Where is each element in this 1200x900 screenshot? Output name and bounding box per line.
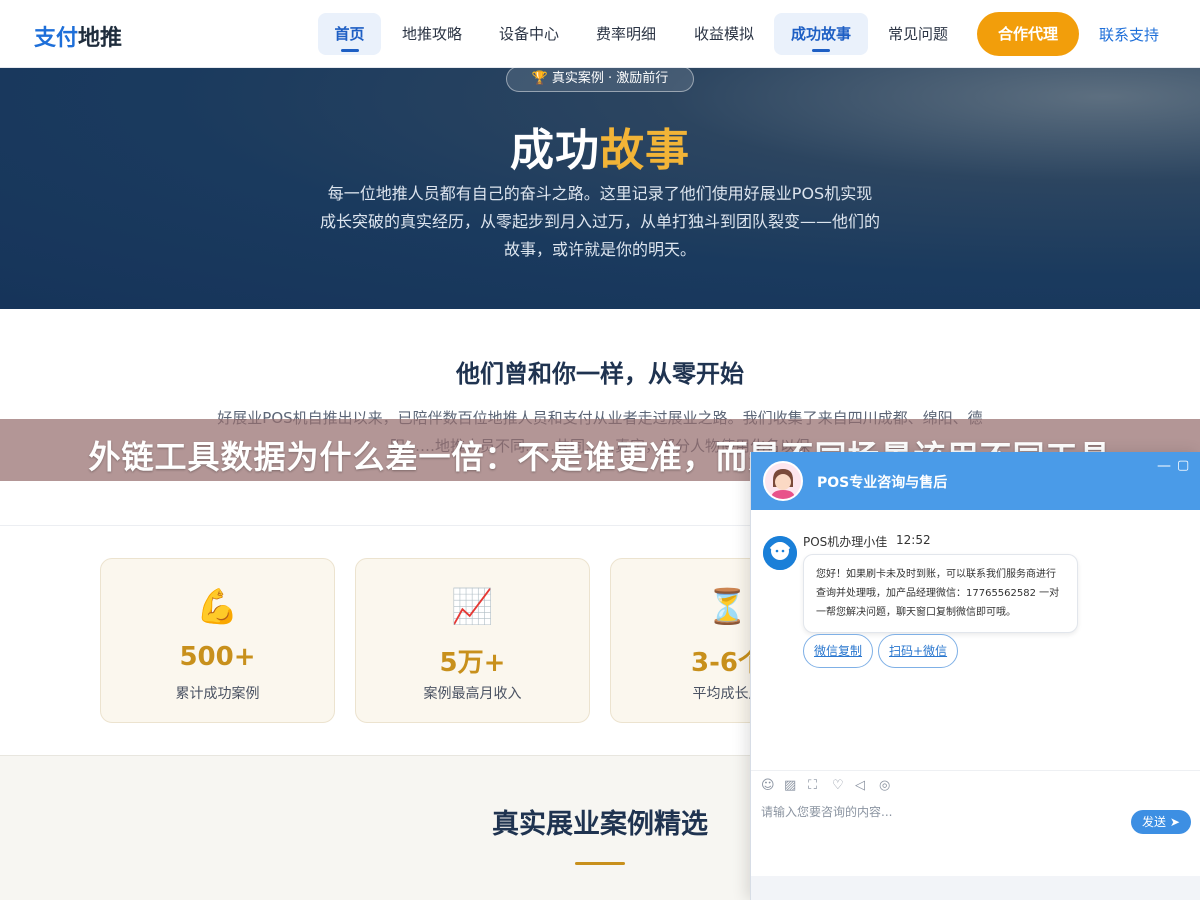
intro-heading: 他们曾和你一样，从零开始: [456, 360, 744, 388]
chat-header: POS专业咨询与售后 — ▢: [751, 452, 1200, 510]
page-title-gold: 故事: [600, 125, 690, 176]
trophy-icon: 🏆: [531, 71, 548, 86]
nav-item-stories[interactable]: 成功故事: [774, 13, 868, 55]
nav-item-earnings[interactable]: 收益模拟: [684, 13, 764, 55]
wechat-icon[interactable]: ◎: [879, 778, 890, 793]
screenshot-icon[interactable]: ⛶: [808, 778, 817, 793]
nav-item-faq[interactable]: 常见问题: [878, 13, 958, 55]
nav-item-devices[interactable]: 设备中心: [489, 13, 569, 55]
contact-support-link[interactable]: 联系支持: [1099, 24, 1159, 45]
copy-wechat-button[interactable]: 微信复制: [803, 634, 874, 668]
voice-icon[interactable]: ◁: [855, 778, 865, 793]
heading-underline: [575, 862, 625, 865]
chart-increasing-icon: 📈: [451, 587, 494, 627]
hero-section: 🏆 真实案例 · 激励前行 成功故事 每一位地推人员都有自己的奋斗之路。这里记录了…: [0, 66, 1200, 309]
message-time: 12:52: [896, 533, 931, 547]
agent-name: POS机办理小佳: [803, 535, 888, 549]
chat-message-input[interactable]: 请输入您要咨询的内容...: [761, 803, 892, 820]
chat-footer: [751, 876, 1200, 900]
partner-cta-button[interactable]: 合作代理: [977, 12, 1079, 56]
stat-value: 500+: [179, 642, 256, 672]
hero-badge-text: 真实案例 · 激励前行: [551, 71, 669, 86]
nav-item-rates[interactable]: 费率明细: [586, 13, 666, 55]
logo-text-main: 地推: [78, 26, 123, 51]
page-title-white: 成功: [510, 125, 600, 176]
emoji-icon[interactable]: ☺: [761, 778, 775, 793]
stat-label: 案例最高月收入: [423, 686, 522, 702]
stat-value: 5万+: [439, 648, 506, 678]
stat-card-cases: 💪 500+ 累计成功案例: [100, 558, 335, 723]
chat-title: POS专业咨询与售后: [817, 475, 948, 491]
send-button[interactable]: 发送 ➤: [1131, 810, 1191, 834]
send-label: 发送: [1142, 815, 1167, 829]
chat-toolbar: [751, 770, 1200, 790]
send-arrow-icon: ➤: [1169, 815, 1180, 829]
page-title: 成功故事: [0, 114, 1200, 178]
image-icon[interactable]: ▨: [784, 778, 796, 793]
stat-card-income: 📈 5万+ 案例最高月收入: [355, 558, 590, 723]
maximize-icon[interactable]: ▢: [1177, 458, 1189, 473]
site-logo[interactable]: 支付地推: [34, 20, 122, 52]
nav-item-home[interactable]: 首页: [318, 13, 381, 55]
minimize-icon[interactable]: —: [1157, 458, 1171, 474]
logo-text-brand: 支付: [34, 26, 79, 51]
hero-description: 每一位地推人员都有自己的奋斗之路。这里记录了他们使用好展业POS机实现成长突破的…: [320, 184, 881, 259]
flexed-biceps-icon: 💪: [196, 587, 239, 627]
support-avatar: [763, 461, 803, 501]
agent-avatar: [763, 536, 797, 570]
stat-label: 累计成功案例: [175, 686, 260, 702]
chat-message-bubble: 您好！如果刷卡未及时到账，可以联系我们服务商进行查询并处理哦，加产品经理微信：1…: [803, 554, 1078, 633]
hero-badge: 🏆 真实案例 · 激励前行: [506, 66, 694, 92]
nav-item-guide[interactable]: 地推攻略: [392, 13, 472, 55]
chat-widget: POS专业咨询与售后 — ▢ POS机办理小佳 12:52 您好！如果刷卡未及时…: [750, 452, 1200, 900]
evaluate-icon[interactable]: ♡: [832, 778, 844, 793]
scan-wechat-button[interactable]: 扫码+微信: [878, 634, 959, 668]
top-navbar: 支付地推 首页 地推攻略 设备中心 费率明细 收益模拟 成功故事 常见问题 合作…: [0, 0, 1200, 68]
